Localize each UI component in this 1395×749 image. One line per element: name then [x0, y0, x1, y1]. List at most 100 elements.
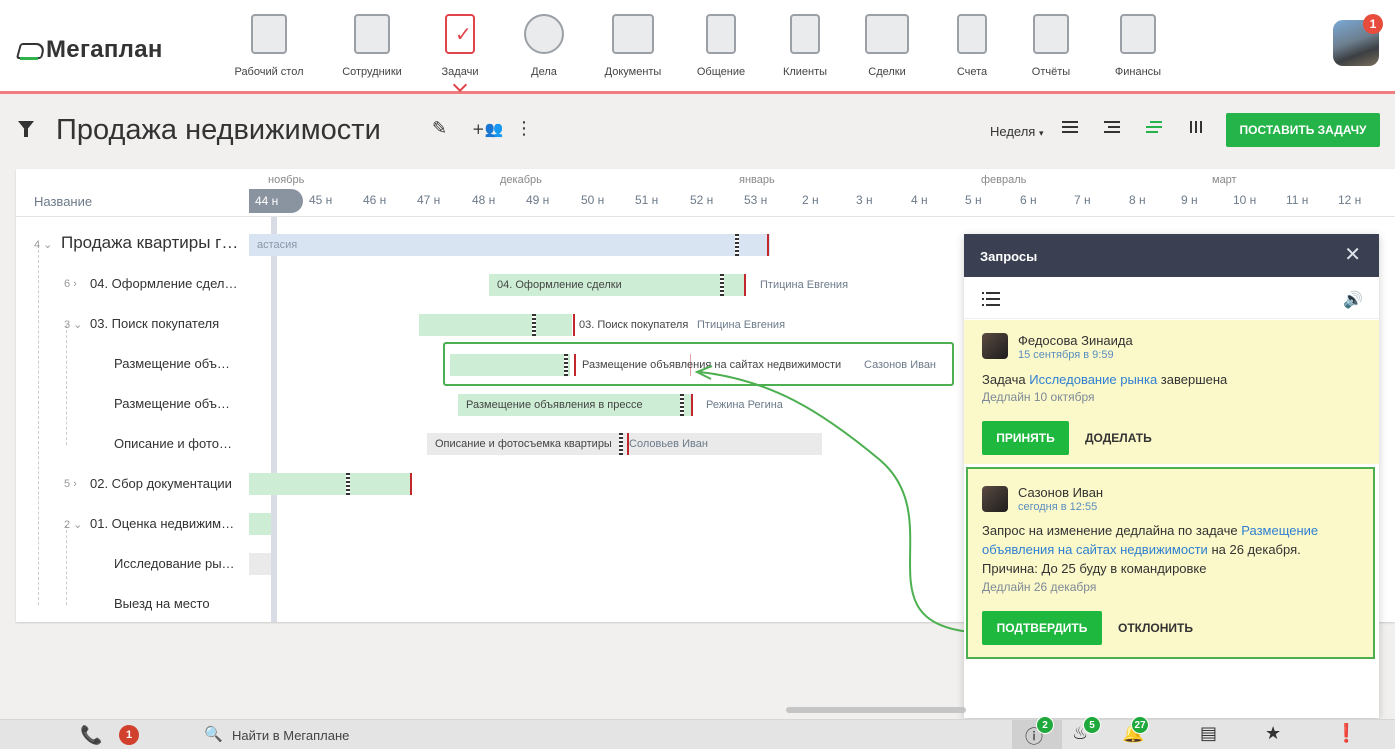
request-time: сегодня в 12:55 [1018, 501, 1098, 513]
week-label: 48 н [472, 193, 496, 207]
request-reason: Причина: До 25 буду в командировке [982, 561, 1207, 576]
nav-invoices[interactable]: Счета [927, 14, 1017, 78]
task-name: Размещение объ… [114, 356, 230, 371]
task-row[interactable]: 6 › 04. Оформление сдел… [16, 265, 249, 305]
gantt-bar[interactable]: Описание и фотосъемка квартиры [427, 433, 822, 455]
month-label: январь [739, 174, 775, 186]
edit-icon[interactable]: ✎ [432, 118, 447, 139]
requests-badge: 2 [1036, 716, 1054, 734]
nav-employees[interactable]: Сотрудники [327, 14, 417, 78]
current-week-line [271, 217, 277, 622]
list-icon[interactable] [982, 292, 1000, 310]
row-count: 3 ⌄ [64, 319, 83, 331]
task-row[interactable]: 5 › 02. Сбор документации [16, 465, 249, 505]
star-icon[interactable]: ★ [1265, 723, 1281, 744]
view-columns-icon[interactable] [1190, 121, 1202, 133]
month-label: ноябрь [268, 174, 305, 186]
nav-deals[interactable]: Дела [499, 14, 589, 78]
request-deadline: Дедлайн 26 декабря [982, 580, 1097, 594]
horizontal-scrollbar[interactable] [786, 707, 966, 713]
close-icon[interactable]: ✕ [1344, 242, 1361, 266]
row-count: 4 ⌄ [34, 239, 53, 251]
logo[interactable]: Мегаплан [18, 36, 163, 64]
feedback-icon[interactable]: ❗ [1335, 723, 1357, 744]
week-label: 11 н [1286, 193, 1309, 207]
add-participants-icon[interactable]: +👥 [472, 120, 503, 138]
task-row[interactable]: Описание и фото… [16, 425, 249, 465]
task-row[interactable]: 2 ⌄ 01. Оценка недвижим… [16, 505, 249, 545]
nav-desktop[interactable]: Рабочий стол [224, 14, 314, 78]
week-label: 4 н [911, 193, 928, 207]
task-row[interactable]: 4 ⌄ Продажа квартиры г… [16, 225, 249, 265]
view-gantt-icon[interactable] [1146, 121, 1162, 133]
month-label: декабрь [500, 174, 542, 186]
request-author: Федосова Зинаида [1018, 333, 1133, 348]
nav-reports[interactable]: Отчёты [1006, 14, 1096, 78]
decline-button[interactable]: ОТКЛОНИТЬ [1118, 611, 1193, 645]
gantt-bar[interactable] [419, 314, 572, 336]
current-week: 44 н [249, 189, 303, 213]
filter-icon[interactable] [18, 121, 34, 137]
nav-label: Дела [531, 66, 557, 78]
nav-communication[interactable]: Общение [676, 14, 766, 78]
task-row[interactable]: Размещение объ… [16, 345, 249, 385]
rework-button[interactable]: ДОДЕЛАТЬ [1085, 421, 1152, 455]
task-name: Размещение объ… [114, 396, 230, 411]
view-tree-icon[interactable] [1104, 121, 1120, 133]
request-text: Запрос на изменение дедлайна по задаче Р… [982, 521, 1362, 559]
gantt-header: Название ноябрь декабрь январь февраль м… [16, 169, 1395, 217]
progress-marker [532, 314, 536, 336]
week-label: 50 н [581, 193, 605, 207]
task-name: Выезд на место [114, 596, 210, 611]
task-row[interactable]: Размещение объ… [16, 385, 249, 425]
top-navigation: Мегаплан Рабочий стол Сотрудники Задачи … [0, 0, 1395, 94]
nav-tasks[interactable]: Задачи [415, 14, 505, 90]
nav-sales[interactable]: Сделки [842, 14, 932, 78]
view-list-icon[interactable] [1062, 121, 1078, 133]
assignee: Режина Регина [706, 399, 783, 411]
progress-marker [735, 234, 739, 256]
gantt-bar[interactable]: Размещение объявления в прессе [458, 394, 692, 416]
more-icon[interactable]: ⋮ [515, 118, 533, 139]
nav-label: Отчёты [1031, 66, 1071, 78]
task-row[interactable]: 3 ⌄ 03. Поиск покупателя [16, 305, 249, 345]
task-name: 04. Оформление сдел… [90, 276, 238, 291]
task-name: Исследование ры… [114, 556, 235, 571]
user-avatar[interactable]: 1 [1333, 14, 1383, 66]
search-input[interactable] [232, 724, 532, 746]
task-name: 03. Поиск покупателя [90, 316, 220, 331]
nav-label: Счета [956, 66, 988, 78]
month-label: февраль [981, 174, 1027, 186]
message-icon[interactable]: ▤ [1200, 723, 1217, 744]
bottom-bar: 📞 1 🔍 ⓘ 2 ♨ 5 🔔 27 ▤ ★ ❗ [0, 716, 1395, 749]
request-card: Федосова Зинаида 15 сентября в 9:59 Зада… [964, 320, 1379, 464]
task-row[interactable]: Исследование ры… [16, 545, 249, 585]
task-link[interactable]: Исследование рынка [1029, 372, 1157, 387]
task-row[interactable]: Выезд на место [16, 585, 249, 622]
fire-badge: 5 [1083, 716, 1101, 734]
sound-icon[interactable]: 🔊 [1343, 290, 1363, 309]
gantt-bar[interactable] [249, 553, 271, 575]
nav-documents[interactable]: Документы [588, 14, 678, 78]
assignee: Птицина Евгения [697, 319, 786, 331]
gantt-bar[interactable]: астасия [249, 234, 770, 256]
week-label: 3 н [856, 193, 873, 207]
request-text-part: на 26 декабря. [1211, 542, 1301, 557]
nav-finance[interactable]: Финансы [1093, 14, 1183, 78]
progress-marker [720, 274, 724, 296]
folder-icon [612, 14, 654, 54]
week-label: 9 н [1181, 193, 1198, 207]
accept-button[interactable]: ПРИНЯТЬ [982, 421, 1069, 455]
month-label: март [1212, 174, 1237, 186]
gantt-bar[interactable]: 04. Оформление сделки [489, 274, 745, 296]
scale-select[interactable]: Неделя ▾ [990, 124, 1044, 139]
gantt-bar[interactable] [249, 513, 271, 535]
phone-icon[interactable]: 📞 [80, 725, 102, 746]
confirm-button[interactable]: ПОДТВЕРДИТЬ [982, 611, 1102, 645]
gantt-bar[interactable] [249, 473, 411, 495]
nav-label: Финансы [1114, 66, 1162, 78]
safe-icon [1120, 14, 1156, 54]
nav-clients[interactable]: Клиенты [760, 14, 850, 78]
new-task-button[interactable]: ПОСТАВИТЬ ЗАДАЧУ [1226, 113, 1380, 147]
employees-icon [354, 14, 390, 54]
